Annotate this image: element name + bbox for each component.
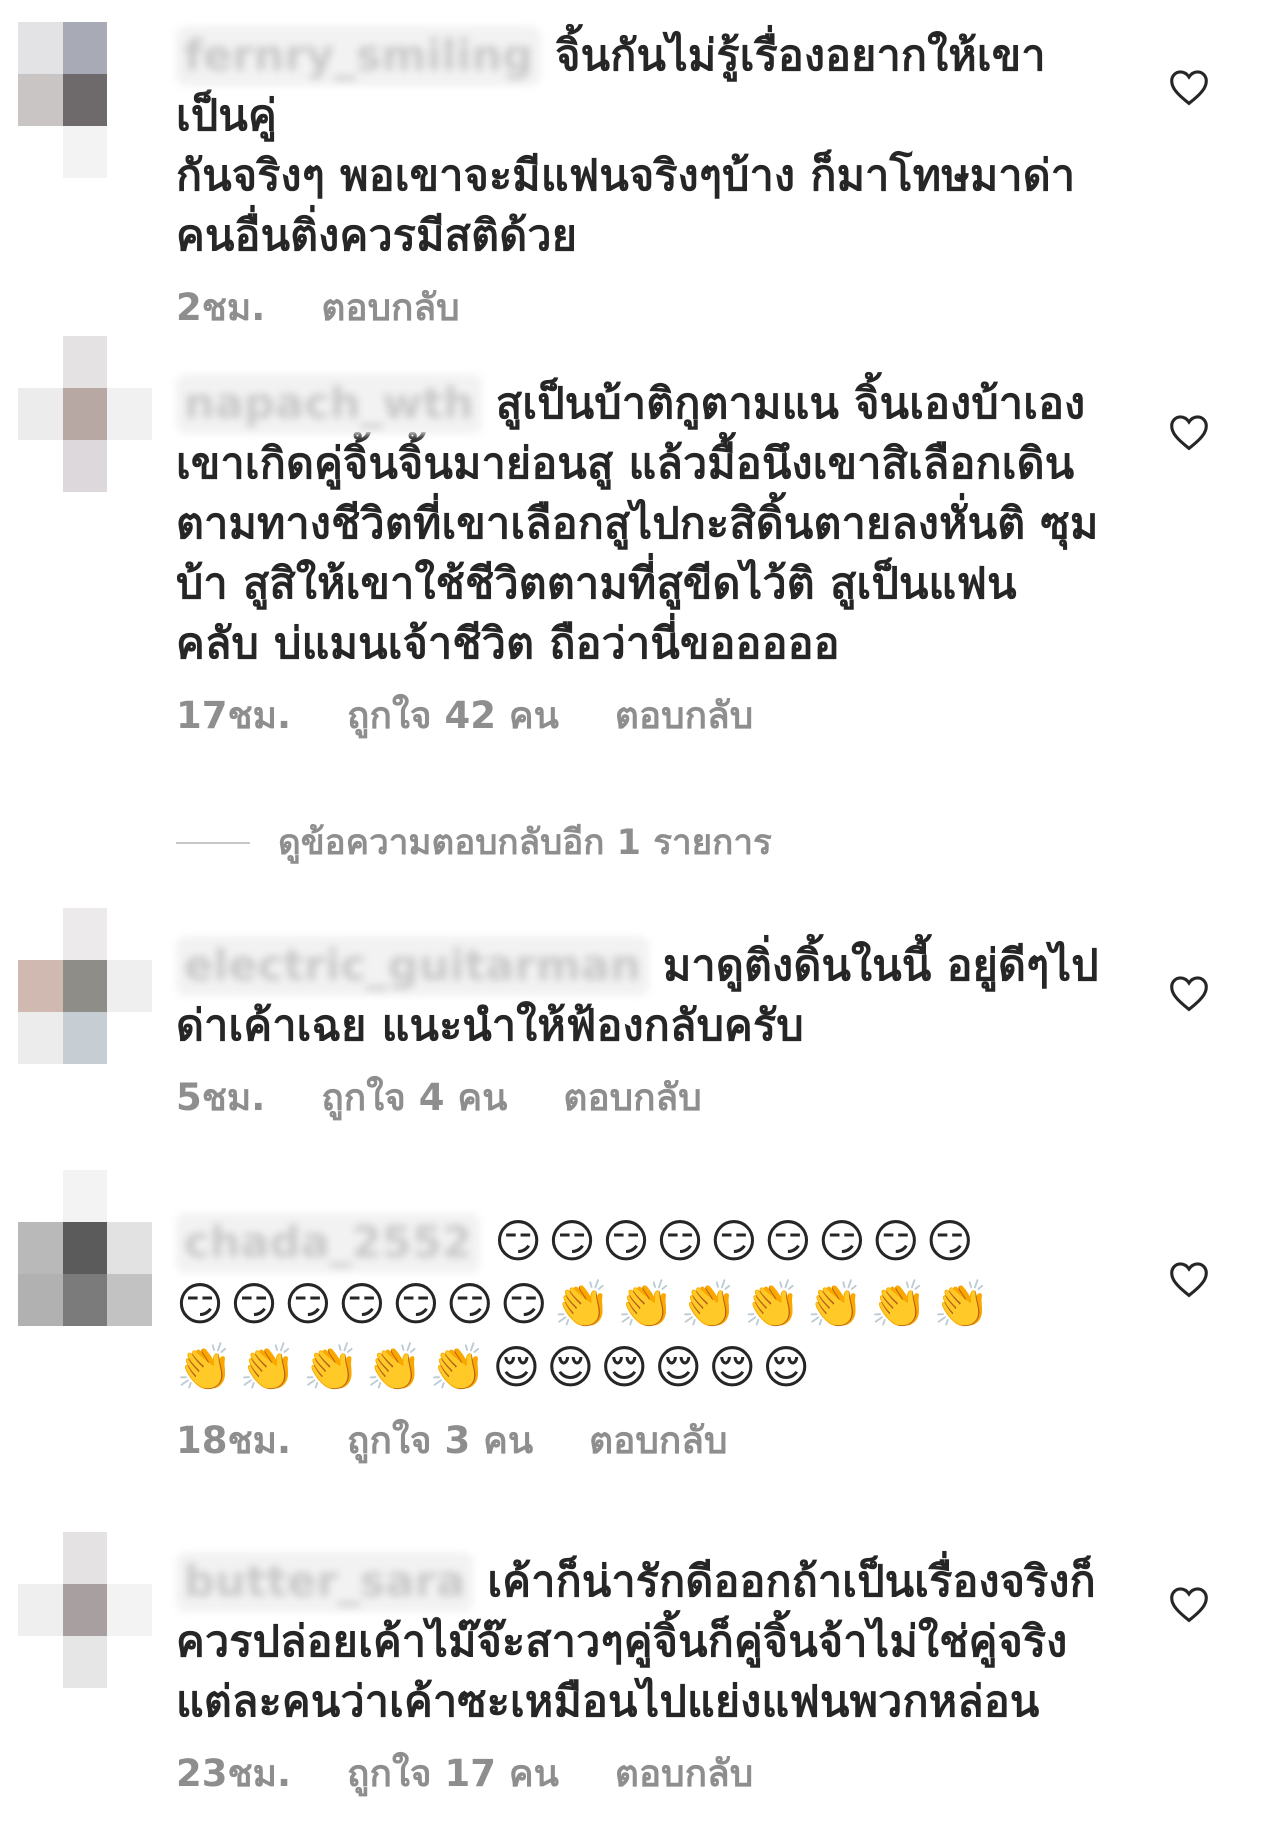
comment-time: 2ชม. [176, 286, 266, 329]
comment-username[interactable]: electric_guitarman [176, 936, 649, 996]
emoji-row: 😏😏😏😏😏😏😏👏👏👏👏👏👏👏 [176, 1277, 997, 1331]
comment-meta: 17ชม. ถูกใจ 42 คน ตอบกลับ [176, 686, 1106, 745]
comment-meta: 5ชม. ถูกใจ 4 คน ตอบกลับ [176, 1068, 1106, 1127]
comment-meta: 2ชม. ตอบกลับ [176, 278, 1106, 337]
like-count[interactable]: ถูกใจ 4 คน [321, 1068, 507, 1127]
heart-icon[interactable] [1168, 1585, 1210, 1623]
comment-text-line: เขาเกิดคู่จิ้นจิ้นมาย่อนสู แล้วมื้อนึงเข… [176, 439, 1075, 489]
avatar[interactable] [18, 22, 152, 178]
comment-text-line: สูเป็นบ้าติกูตามแน จิ้นเองบ้าเอง [495, 379, 1086, 429]
comment-text-line: ตามทางชีวิตที่เขาเลือกสูไปกะสิดิ้นตายลงห… [176, 499, 1099, 549]
comment-text-line: ด่าเค้าเฉย แนะนำให้ฟ้องกลับครับ [176, 1001, 804, 1051]
avatar[interactable] [18, 1170, 152, 1326]
heart-icon[interactable] [1168, 68, 1210, 106]
comment-text-line: กันจริงๆ พอเขาจะมีแฟนจริงๆบ้าง ก็มาโทษมา… [176, 151, 1076, 201]
comment-meta: 23ชม. ถูกใจ 17 คน ตอบกลับ [176, 1744, 1106, 1803]
view-replies-label: ดูข้อความตอบกลับอีก 1 รายการ [278, 823, 772, 863]
reply-button[interactable]: ตอบกลับ [563, 1068, 701, 1127]
like-count[interactable]: ถูกใจ 42 คน [347, 686, 559, 745]
like-count[interactable]: ถูกใจ 17 คน [347, 1744, 559, 1803]
comment-text-line: คลับ บ่แมนเจ้าชีวิต ถือว่านี่ขอออออ [176, 619, 840, 669]
comment-username[interactable]: chada_2552 [176, 1213, 481, 1273]
reply-button[interactable]: ตอบกลับ [589, 1411, 727, 1470]
avatar[interactable] [18, 908, 152, 1064]
comment-text-line: คนอื่นติ่งควรมีสติด้วย [176, 211, 578, 261]
comment-time: 18ชม. [176, 1419, 292, 1462]
comment-text-line: ควรปล่อยเค้าไม๊จ๊ะสาวๆคู่จิ้นก็คู่จิ้นจ้… [176, 1617, 1068, 1667]
comment-time: 5ชม. [176, 1076, 266, 1119]
comment-username[interactable]: butter_sara [176, 1552, 474, 1612]
avatar[interactable] [18, 1532, 152, 1688]
comment-username[interactable]: fernry_smiling [176, 26, 542, 86]
reply-button[interactable]: ตอบกลับ [321, 278, 459, 337]
comment-time: 23ชม. [176, 1752, 292, 1795]
comment-username[interactable]: napach_wth [176, 374, 482, 434]
like-count[interactable]: ถูกใจ 3 คน [347, 1411, 533, 1470]
emoji-row: 👏👏👏👏👏😌😌😌😌😌😌 [176, 1340, 817, 1394]
heart-icon[interactable] [1168, 1260, 1210, 1298]
comment-time: 17ชม. [176, 694, 292, 737]
comment-meta: 18ชม. ถูกใจ 3 คน ตอบกลับ [176, 1411, 1106, 1470]
comment-text-line: เค้าก็น่ารักดีออกถ้าเป็นเรื่องจริงก็ [487, 1557, 1096, 1607]
view-more-replies-button[interactable]: ดูข้อความตอบกลับอีก 1 รายการ [176, 815, 772, 870]
reply-button[interactable]: ตอบกลับ [615, 686, 753, 745]
divider-line [176, 841, 250, 844]
avatar[interactable] [18, 336, 152, 492]
comment-text-line: แต่ละคนว่าเค้าซะเหมือนไปแย่งแฟนพวกหล่อน [176, 1677, 1040, 1727]
comment-text-line: บ้า สูสิให้เขาใช้ชีวิตตามที่สูขีดไว้ติ ส… [176, 559, 1017, 609]
heart-icon[interactable] [1168, 413, 1210, 451]
heart-icon[interactable] [1168, 974, 1210, 1012]
emoji-row: 😏😏😏😏😏😏😏😏😏 [494, 1214, 980, 1268]
comment-text-line: มาดูติ่งดิ้นในนี้ อยู่ดีๆไป [663, 941, 1099, 991]
reply-button[interactable]: ตอบกลับ [615, 1744, 753, 1803]
